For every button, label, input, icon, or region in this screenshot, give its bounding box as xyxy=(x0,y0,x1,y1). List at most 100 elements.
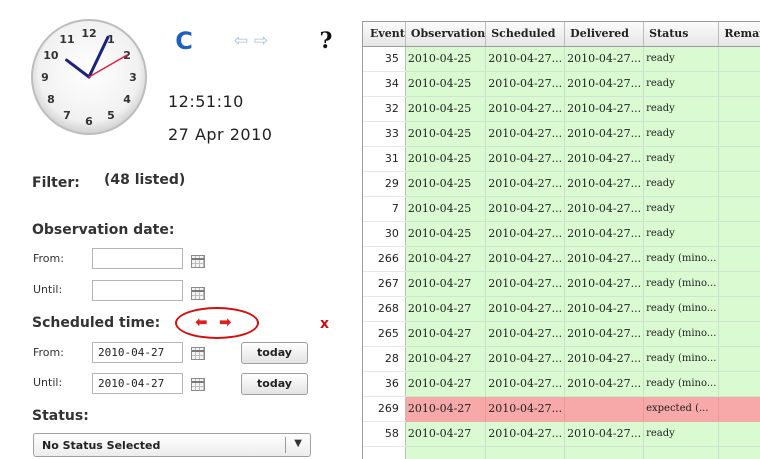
cell-scheduled: 2010-04-27... xyxy=(485,271,566,297)
clock-numeral: 12 xyxy=(81,27,96,40)
sched-from-today-button[interactable]: today xyxy=(241,342,308,364)
clock-numeral: 10 xyxy=(43,49,59,62)
listed-count: (48 listed) xyxy=(104,172,186,188)
sched-from-input[interactable]: 2010-04-27 xyxy=(92,342,183,363)
column-header-status[interactable]: Status xyxy=(643,22,720,47)
cell-status: ready (mino... xyxy=(643,346,720,372)
cell-scheduled: 2010-04-27... xyxy=(485,246,566,272)
clock-date: 27 Apr 2010 xyxy=(168,125,273,144)
cell-observation: 2010-04-25 xyxy=(405,71,487,97)
filter-label: Filter: xyxy=(32,175,80,191)
obs-until-calendar-icon[interactable] xyxy=(191,287,205,300)
column-header-observation[interactable]: Observation xyxy=(405,22,487,47)
cell-event: 265 xyxy=(363,321,406,347)
scheduled-forward-arrow-icon[interactable]: ➡ xyxy=(219,313,232,331)
clock-numeral: 11 xyxy=(59,33,74,46)
cell-scheduled: 2010-04-27... xyxy=(485,346,566,372)
cell-status: ready xyxy=(643,421,720,447)
sched-until-label: Until: xyxy=(33,376,63,389)
sched-until-input[interactable]: 2010-04-27 xyxy=(92,373,183,394)
table-row[interactable]: 32 2010-04-25 2010-04-27... 2010-04-27... re… xyxy=(363,96,760,122)
cell-scheduled: 2010-04-27... xyxy=(485,221,566,247)
table-row[interactable] xyxy=(363,446,760,459)
cell-status: ready xyxy=(643,71,720,97)
cell-scheduled: 2010-04-27... xyxy=(485,421,566,447)
sched-from-calendar-icon[interactable] xyxy=(191,347,205,360)
cell-scheduled: 2010-04-27... xyxy=(485,46,566,72)
table-row[interactable]: 58 2010-04-27 2010-04-27... 2010-04-27... re… xyxy=(363,421,760,447)
panel-divider[interactable] xyxy=(350,0,362,459)
column-header-delivered[interactable]: Delivered xyxy=(564,22,645,47)
column-header-event[interactable]: Event xyxy=(363,22,406,47)
cell-delivered xyxy=(564,446,645,459)
table-row[interactable]: 268 2010-04-27 2010-04-27... 2010-04-27... r… xyxy=(363,296,760,322)
table-row[interactable]: 34 2010-04-25 2010-04-27... 2010-04-27... re… xyxy=(363,71,760,97)
refresh-icon[interactable]: C xyxy=(171,28,197,54)
cell-observation: 2010-04-27 xyxy=(405,271,487,297)
cell-delivered: 2010-04-27... xyxy=(564,171,645,197)
status-selected-value: No Status Selected xyxy=(42,439,161,452)
cell-status xyxy=(643,446,720,459)
table-row[interactable]: 269 2010-04-27 2010-04-27... expected (... xyxy=(363,396,760,422)
cell-remarks xyxy=(718,221,760,247)
scheduled-back-arrow-icon[interactable]: ⬅ xyxy=(195,313,208,331)
obs-until-input[interactable] xyxy=(92,280,183,301)
column-header-scheduled[interactable]: Scheduled xyxy=(485,22,566,47)
table-row[interactable]: 265 2010-04-27 2010-04-27... 2010-04-27... r… xyxy=(363,321,760,347)
cell-remarks xyxy=(718,196,760,222)
cell-status: ready xyxy=(643,121,720,147)
table-row[interactable]: 33 2010-04-25 2010-04-27... 2010-04-27... re… xyxy=(363,121,760,147)
cell-event: 36 xyxy=(363,371,406,397)
table-row[interactable]: 266 2010-04-27 2010-04-27... 2010-04-27... r… xyxy=(363,246,760,272)
cell-observation: 2010-04-27 xyxy=(405,396,487,422)
table-row[interactable]: 267 2010-04-27 2010-04-27... 2010-04-27... r… xyxy=(363,271,760,297)
cell-delivered: 2010-04-27... xyxy=(564,271,645,297)
table-row[interactable]: 30 2010-04-25 2010-04-27... 2010-04-27... re… xyxy=(363,221,760,247)
cell-remarks xyxy=(718,321,760,347)
cell-delivered: 2010-04-27... xyxy=(564,346,645,372)
forward-arrow-icon[interactable]: ⇨ xyxy=(251,28,271,54)
cell-observation: 2010-04-27 xyxy=(405,296,487,322)
cell-status: ready xyxy=(643,171,720,197)
help-icon[interactable]: ? xyxy=(316,28,336,54)
cell-observation: 2010-04-25 xyxy=(405,221,487,247)
back-arrow-icon[interactable]: ⇦ xyxy=(231,28,251,54)
cell-remarks xyxy=(718,71,760,97)
event-table: Event Observation Scheduled Delivered St… xyxy=(363,22,760,459)
sched-until-calendar-icon[interactable] xyxy=(191,378,205,391)
cell-status: ready xyxy=(643,96,720,122)
obs-from-calendar-icon[interactable] xyxy=(191,255,205,268)
obs-from-input[interactable] xyxy=(92,248,183,269)
cell-observation: 2010-04-27 xyxy=(405,246,487,272)
table-row[interactable]: 28 2010-04-27 2010-04-27... 2010-04-27... re… xyxy=(363,346,760,372)
status-select[interactable]: No Status Selected ▼ xyxy=(33,433,311,457)
cell-event: 268 xyxy=(363,296,406,322)
column-header-remarks[interactable]: Remarks xyxy=(718,22,760,47)
cell-remarks xyxy=(718,121,760,147)
cell-delivered: 2010-04-27... xyxy=(564,196,645,222)
cell-status: ready (mino... xyxy=(643,321,720,347)
table-row[interactable]: 7 2010-04-25 2010-04-27... 2010-04-27... rea… xyxy=(363,196,760,222)
cell-scheduled: 2010-04-27... xyxy=(485,96,566,122)
table-row[interactable]: 35 2010-04-25 2010-04-27... 2010-04-27... re… xyxy=(363,46,760,72)
cell-remarks xyxy=(718,246,760,272)
table-row[interactable]: 31 2010-04-25 2010-04-27... 2010-04-27... re… xyxy=(363,146,760,172)
table-row[interactable]: 29 2010-04-25 2010-04-27... 2010-04-27... re… xyxy=(363,171,760,197)
cell-delivered: 2010-04-27... xyxy=(564,96,645,122)
clear-scheduled-icon[interactable]: x xyxy=(320,316,329,332)
cell-remarks xyxy=(718,396,760,422)
cell-status: expected (... xyxy=(643,396,720,422)
cell-remarks xyxy=(718,96,760,122)
cell-event: 267 xyxy=(363,271,406,297)
cell-delivered: 2010-04-27... xyxy=(564,146,645,172)
select-separator xyxy=(285,437,286,453)
sched-until-today-button[interactable]: today xyxy=(241,373,308,395)
cell-observation: 2010-04-25 xyxy=(405,96,487,122)
cell-delivered: 2010-04-27... xyxy=(564,71,645,97)
table-row[interactable]: 36 2010-04-27 2010-04-27... 2010-04-27... re… xyxy=(363,371,760,397)
status-title: Status: xyxy=(32,408,89,424)
cell-observation: 2010-04-27 xyxy=(405,371,487,397)
clock-numeral: 4 xyxy=(123,93,131,106)
clock-numeral: 7 xyxy=(63,109,71,122)
cell-remarks xyxy=(718,46,760,72)
